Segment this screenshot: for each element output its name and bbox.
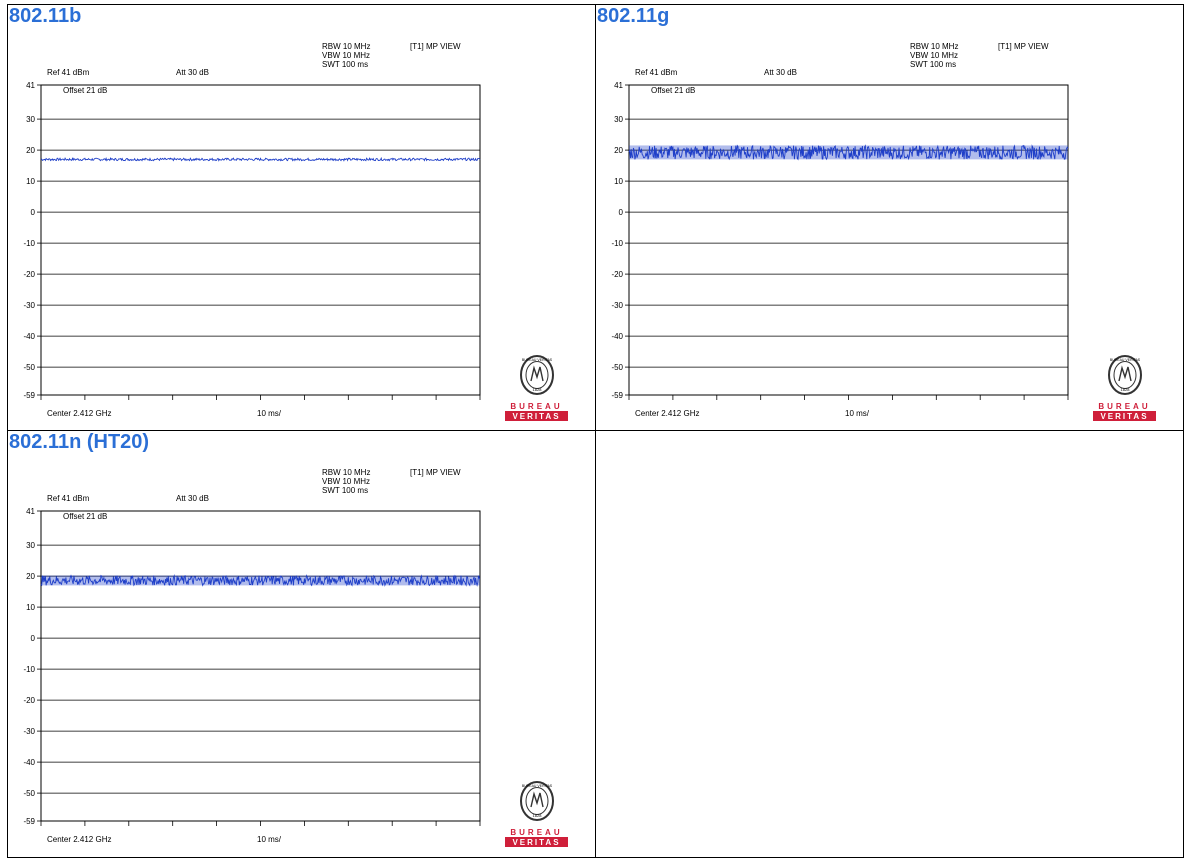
offset-label: Offset 21 dB: [63, 86, 107, 95]
panel-802-11g: RBW 10 MHz VBW 10 MHz SWT 100 ms [T1] MP VI…: [595, 4, 1184, 431]
swt-label: SWT 100 ms: [322, 486, 368, 495]
y-tick-label: -40: [23, 758, 35, 767]
empty-panel: [595, 430, 1184, 858]
y-tick-label: -30: [23, 301, 35, 310]
bureau-veritas-logo: 1828 BUREAU VERITAS BUREAUVERITAS: [505, 355, 568, 421]
rbw-label: RBW 10 MHz: [322, 468, 370, 477]
center-frequency-label: Center 2.412 GHz: [635, 409, 699, 418]
vbw-label: VBW 10 MHz: [322, 51, 370, 60]
view-label: [T1] MP VIEW: [410, 468, 461, 477]
plot-frame: [628, 84, 1069, 396]
swt-label: SWT 100 ms: [910, 60, 956, 69]
panel-title: 802.11n (HT20): [9, 431, 150, 453]
center-frequency-label: Center 2.412 GHz: [47, 835, 111, 844]
ref-level-label: Ref 41 dBm: [47, 494, 90, 503]
seal-text: BUREAU VERITAS: [522, 784, 553, 788]
seal-year: 1828: [533, 387, 543, 392]
trace-band: [629, 145, 1068, 160]
bureau-wordmark: BUREAU: [510, 402, 562, 411]
y-tick-label: 30: [26, 541, 35, 550]
seal-year: 1828: [1121, 387, 1131, 392]
bureau-veritas-logo: 1828 BUREAU VERITAS BUREAUVERITAS: [505, 781, 568, 847]
y-tick-label: -20: [611, 270, 623, 279]
y-tick-label: -50: [23, 363, 35, 372]
y-tick-label: 30: [614, 115, 623, 124]
y-tick-label: -59: [611, 391, 623, 400]
spectrum-chart: RBW 10 MHzVBW 10 MHzSWT 100 ms [T1] MP VI…: [23, 42, 568, 421]
seal-text: BUREAU VERITAS: [1110, 358, 1141, 362]
center-frequency-label: Center 2.412 GHz: [47, 409, 111, 418]
y-tick-label: 41: [614, 81, 623, 90]
y-tick-label: -10: [611, 239, 623, 248]
attenuation-label: Att 30 dB: [176, 68, 209, 77]
time-division-label: 10 ms/: [257, 835, 282, 844]
view-label: [T1] MP VIEW: [410, 42, 461, 51]
bureau-wordmark: BUREAU: [510, 828, 562, 837]
time-division-label: 10 ms/: [845, 409, 870, 418]
attenuation-label: Att 30 dB: [176, 494, 209, 503]
results-table: RBW 10 MHz VBW 10 MHz SWT 100 ms [T1] MP VI…: [7, 4, 1184, 858]
vbw-label: VBW 10 MHz: [322, 477, 370, 486]
seal-text: BUREAU VERITAS: [522, 358, 553, 362]
rbw-label: RBW 10 MHz: [910, 42, 958, 51]
y-tick-label: 0: [31, 634, 36, 643]
bureau-veritas-logo: 1828 BUREAU VERITAS BUREAUVERITAS: [1093, 355, 1156, 421]
trace-line: [40, 156, 481, 162]
y-tick-label: 0: [619, 208, 624, 217]
rbw-label: RBW 10 MHz: [322, 42, 370, 51]
y-tick-label: 20: [26, 146, 35, 155]
y-tick-label: -30: [611, 301, 623, 310]
seal-year: 1828: [533, 813, 543, 818]
panel-802-11n-ht20: RBW 10 MHz VBW 10 MHz SWT 100 ms [T1] MP VI…: [7, 430, 596, 858]
swt-label: SWT 100 ms: [322, 60, 368, 69]
y-tick-label: -20: [23, 270, 35, 279]
panel-title: 802.11b: [9, 5, 82, 27]
plot-frame: [40, 84, 481, 396]
y-tick-label: -50: [611, 363, 623, 372]
y-tick-label: 0: [31, 208, 36, 217]
offset-label: Offset 21 dB: [651, 86, 695, 95]
spectrum-chart: RBW 10 MHzVBW 10 MHzSWT 100 ms [T1] MP VI…: [611, 42, 1156, 421]
veritas-wordmark: VERITAS: [512, 838, 560, 847]
y-tick-label: 30: [26, 115, 35, 124]
trace-band: [41, 575, 480, 586]
panel-title: 802.11g: [597, 5, 670, 27]
y-tick-label: -59: [23, 817, 35, 826]
y-tick-label: -30: [23, 727, 35, 736]
y-tick-label: 41: [26, 81, 35, 90]
bureau-wordmark: BUREAU: [1098, 402, 1150, 411]
y-tick-label: 10: [26, 603, 35, 612]
y-tick-label: -59: [23, 391, 35, 400]
y-tick-label: -20: [23, 696, 35, 705]
veritas-wordmark: VERITAS: [1100, 412, 1148, 421]
y-tick-label: -40: [611, 332, 623, 341]
y-tick-label: -50: [23, 789, 35, 798]
y-tick-label: -10: [23, 665, 35, 674]
y-tick-label: 20: [614, 146, 623, 155]
plot-frame: [40, 510, 481, 822]
view-label: [T1] MP VIEW: [998, 42, 1049, 51]
vbw-label: VBW 10 MHz: [910, 51, 958, 60]
y-tick-label: 20: [26, 572, 35, 581]
spectrum-chart: RBW 10 MHzVBW 10 MHzSWT 100 ms [T1] MP VI…: [23, 468, 568, 847]
panel-802-11b: RBW 10 MHz VBW 10 MHz SWT 100 ms [T1] MP VI…: [7, 4, 596, 431]
y-tick-label: 10: [26, 177, 35, 186]
ref-level-label: Ref 41 dBm: [47, 68, 90, 77]
attenuation-label: Att 30 dB: [764, 68, 797, 77]
y-tick-label: -40: [23, 332, 35, 341]
offset-label: Offset 21 dB: [63, 512, 107, 521]
veritas-wordmark: VERITAS: [512, 412, 560, 421]
y-tick-label: 10: [614, 177, 623, 186]
time-division-label: 10 ms/: [257, 409, 282, 418]
y-tick-label: -10: [23, 239, 35, 248]
y-tick-label: 41: [26, 507, 35, 516]
ref-level-label: Ref 41 dBm: [635, 68, 678, 77]
